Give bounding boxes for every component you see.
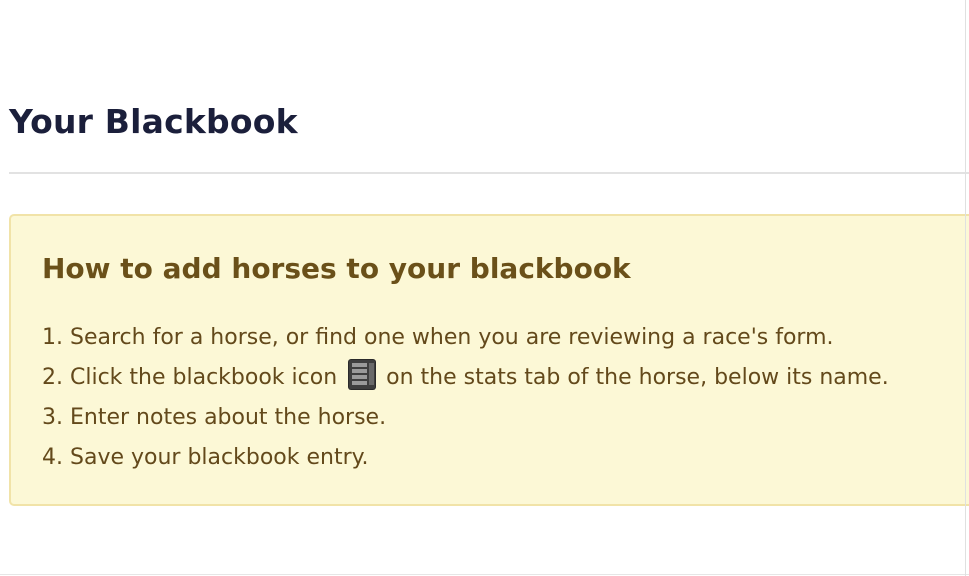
list-item: 4. Save your blackbook entry.	[42, 438, 889, 478]
list-item: 1. Search for a horse, or find one when …	[42, 318, 889, 358]
step-text: Save your blackbook entry.	[70, 445, 369, 470]
instructions-box: How to add horses to your blackbook 1. S…	[9, 214, 969, 506]
step-number: 2.	[42, 365, 63, 390]
step-text: Search for a horse, or find one when you…	[70, 325, 834, 350]
step-text: Enter notes about the horse.	[70, 405, 387, 430]
list-item: 3. Enter notes about the horse.	[42, 398, 889, 438]
blackbook-icon	[347, 358, 377, 391]
instructions-heading: How to add horses to your blackbook	[42, 252, 631, 285]
right-edge-border	[965, 0, 966, 576]
list-item: 2. Click the blackbook icon on the stats…	[42, 358, 889, 398]
page-title: Your Blackbook	[9, 102, 298, 141]
step-number: 4.	[42, 445, 63, 470]
instructions-list: 1. Search for a horse, or find one when …	[42, 318, 889, 478]
step-text: Click the blackbook icon	[70, 365, 338, 390]
step-number: 1.	[42, 325, 63, 350]
step-text: on the stats tab of the horse, below its…	[386, 365, 889, 390]
blackbook-page: Your Blackbook How to add horses to your…	[0, 0, 969, 576]
step-number: 3.	[42, 405, 63, 430]
bottom-divider	[0, 574, 969, 575]
title-divider	[9, 172, 969, 174]
